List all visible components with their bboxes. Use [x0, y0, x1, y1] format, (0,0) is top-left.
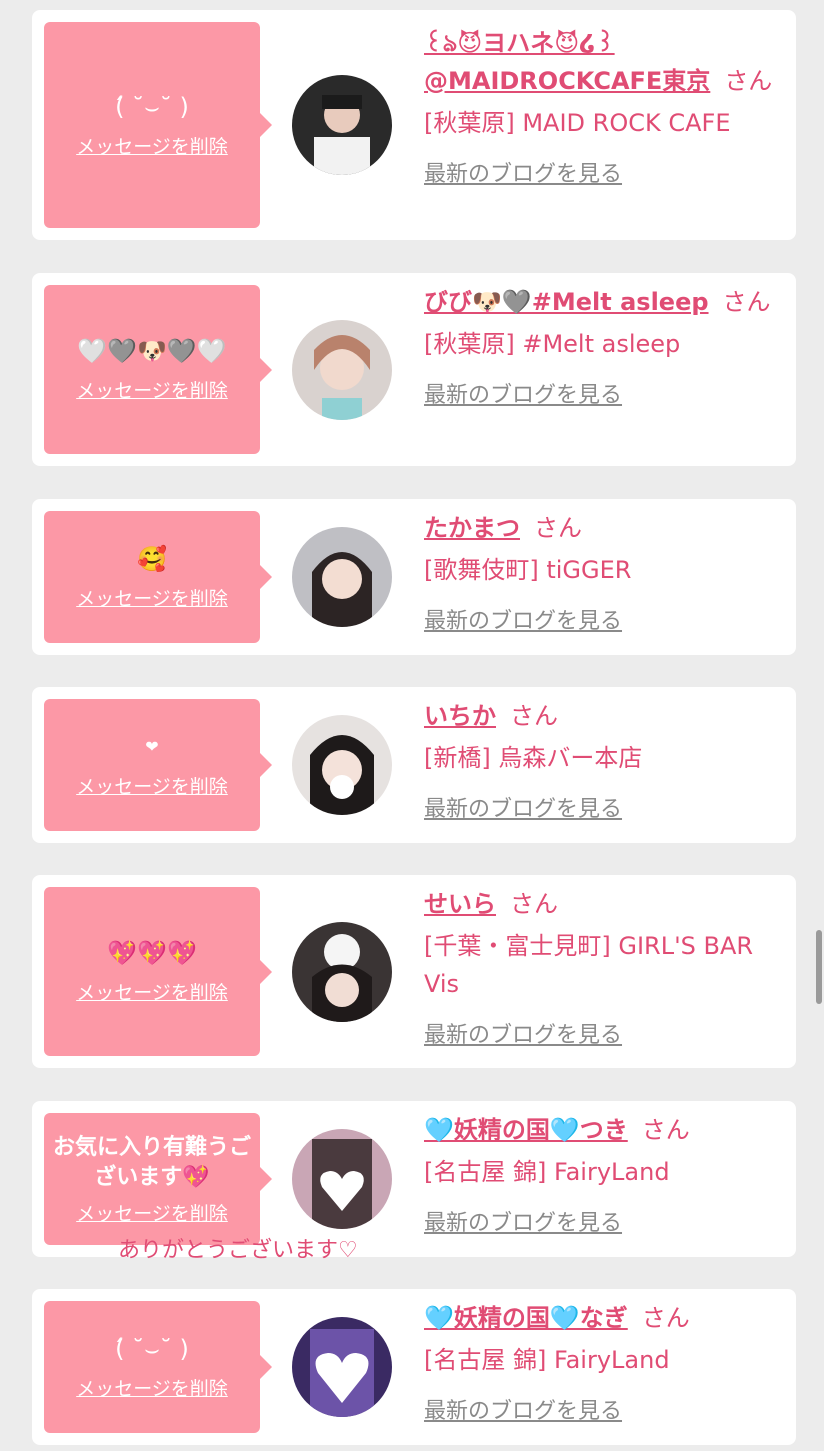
view-blog-link[interactable]: 最新のブログを見る: [424, 377, 622, 409]
name-line: ꒰ঌ😈ヨハネ😈໒꒱@MAIDROCKCAFE東京 さん: [424, 24, 790, 100]
favorite-card: ❤ メッセージを削除 いちか さん [新橋] 烏森バー本店 最新のブログを見る: [32, 687, 796, 843]
favorite-card: (́ ˘⌣˘ ) メッセージを削除 🩵妖精の国🩵なぎ さん [名古屋 錦] Fai…: [32, 1289, 796, 1445]
shop-label: [名古屋 錦] FairyLand: [424, 1158, 670, 1186]
favorite-card: 🤍🩶🐶🩶🤍 メッセージを削除 びび🐶🩶#Melt asleep さん [秋葉原] …: [32, 273, 796, 466]
shop-label: [名古屋 錦] FairyLand: [424, 1346, 670, 1374]
card-info: びび🐶🩶#Melt asleep さん [秋葉原] #Melt asleep 最新…: [424, 283, 790, 409]
delete-message-link[interactable]: メッセージを削除: [76, 772, 228, 799]
name-line: びび🐶🩶#Melt asleep さん: [424, 283, 790, 321]
avatar[interactable]: [292, 715, 392, 815]
avatar[interactable]: [292, 75, 392, 175]
view-blog-link[interactable]: 最新のブログを見る: [424, 156, 622, 188]
delete-message-link[interactable]: メッセージを削除: [76, 584, 228, 611]
message-text: 🤍🩶🐶🩶🤍: [77, 337, 227, 365]
reply-text: ありがとうございます♡: [118, 1238, 358, 1263]
cast-name-link[interactable]: びび🐶🩶#Melt asleep: [424, 288, 709, 316]
message-text: 🥰: [137, 544, 167, 573]
message-bubble: 🤍🩶🐶🩶🤍 メッセージを削除: [44, 285, 272, 454]
cast-name-link[interactable]: いちか: [424, 702, 496, 730]
message-bubble: お気に入り有難うございます💖 メッセージを削除: [44, 1113, 272, 1245]
name-line: いちか さん: [424, 697, 790, 735]
message-text: (́ ˘⌣˘ ): [115, 1334, 189, 1363]
card-info: 🩵妖精の国🩵なぎ さん [名古屋 錦] FairyLand 最新のブログを見る: [424, 1299, 790, 1425]
card-info: いちか さん [新橋] 烏森バー本店 最新のブログを見る: [424, 697, 790, 823]
view-blog-link[interactable]: 最新のブログを見る: [424, 1205, 622, 1237]
honorific: さん: [510, 890, 558, 918]
avatar[interactable]: [292, 1317, 392, 1417]
message-bubble: ❤ メッセージを削除: [44, 699, 272, 831]
shop-label: [秋葉原] #Melt asleep: [424, 330, 681, 358]
message-bubble: 💖💖💖 メッセージを削除: [44, 887, 272, 1056]
card-info: せいら さん [千葉・富士見町] GIRL'S BAR Vis 最新のブログを見る: [424, 885, 790, 1049]
cast-name-link[interactable]: ꒰ঌ😈ヨハネ😈໒꒱@MAIDROCKCAFE東京: [424, 29, 710, 95]
honorific: さん: [534, 514, 582, 542]
message-text: ❤: [145, 736, 159, 756]
delete-message-link[interactable]: メッセージを削除: [76, 132, 228, 159]
cast-name-link[interactable]: たかまつ: [424, 514, 520, 542]
favorite-card: (́ ˘⌣˘ ) メッセージを削除 ꒰ঌ😈ヨハネ😈໒꒱@MAIDROCKCAFE…: [32, 10, 796, 240]
honorific: さん: [510, 702, 558, 730]
cast-name-link[interactable]: せいら: [424, 890, 496, 918]
favorite-card: 💖💖💖 メッセージを削除 せいら さん [千葉・富士見町] GIRL'S BAR …: [32, 875, 796, 1068]
message-bubble: 🥰 メッセージを削除: [44, 511, 272, 643]
name-line: 🩵妖精の国🩵なぎ さん: [424, 1299, 790, 1337]
avatar[interactable]: [292, 1129, 392, 1229]
shop-label: [新橋] 烏森バー本店: [424, 744, 643, 772]
card-info: 🩵妖精の国🩵つき さん [名古屋 錦] FairyLand 最新のブログを見る: [424, 1111, 790, 1237]
scrollbar[interactable]: [816, 930, 822, 1004]
message-text: (́ ˘⌣˘ ): [115, 92, 189, 121]
honorific: さん: [722, 288, 771, 316]
delete-message-link[interactable]: メッセージを削除: [76, 1199, 228, 1226]
name-line: 🩵妖精の国🩵つき さん: [424, 1111, 790, 1149]
avatar[interactable]: [292, 922, 392, 1022]
shop-label: [秋葉原] MAID ROCK CAFE: [424, 109, 731, 137]
message-text: 💖💖💖: [107, 939, 197, 967]
cast-name-link[interactable]: 🩵妖精の国🩵なぎ: [424, 1304, 628, 1332]
message-bubble: (́ ˘⌣˘ ) メッセージを削除: [44, 22, 272, 228]
delete-message-link[interactable]: メッセージを削除: [76, 376, 228, 403]
view-blog-link[interactable]: 最新のブログを見る: [424, 1017, 622, 1049]
name-line: たかまつ さん: [424, 509, 790, 547]
honorific: さん: [724, 67, 773, 95]
view-blog-link[interactable]: 最新のブログを見る: [424, 1393, 622, 1425]
message-bubble: (́ ˘⌣˘ ) メッセージを削除: [44, 1301, 272, 1433]
avatar[interactable]: [292, 320, 392, 420]
name-line: せいら さん: [424, 885, 790, 923]
card-info: ꒰ঌ😈ヨハネ😈໒꒱@MAIDROCKCAFE東京 さん [秋葉原] MAID RO…: [424, 24, 790, 188]
delete-message-link[interactable]: メッセージを削除: [76, 1374, 228, 1401]
view-blog-link[interactable]: 最新のブログを見る: [424, 603, 622, 635]
view-blog-link[interactable]: 最新のブログを見る: [424, 791, 622, 823]
favorite-card: 🥰 メッセージを削除 たかまつ さん [歌舞伎町] tiGGER 最新のブログを見…: [32, 499, 796, 655]
message-text: お気に入り有難うございます💖: [52, 1134, 251, 1190]
shop-label: [千葉・富士見町] GIRL'S BAR Vis: [424, 932, 754, 998]
shop-label: [歌舞伎町] tiGGER: [424, 556, 632, 584]
honorific: さん: [641, 1116, 690, 1144]
cast-name-link[interactable]: 🩵妖精の国🩵つき: [424, 1116, 628, 1144]
card-info: たかまつ さん [歌舞伎町] tiGGER 最新のブログを見る: [424, 509, 790, 635]
honorific: さん: [641, 1304, 690, 1332]
avatar[interactable]: [292, 527, 392, 627]
delete-message-link[interactable]: メッセージを削除: [76, 978, 228, 1005]
